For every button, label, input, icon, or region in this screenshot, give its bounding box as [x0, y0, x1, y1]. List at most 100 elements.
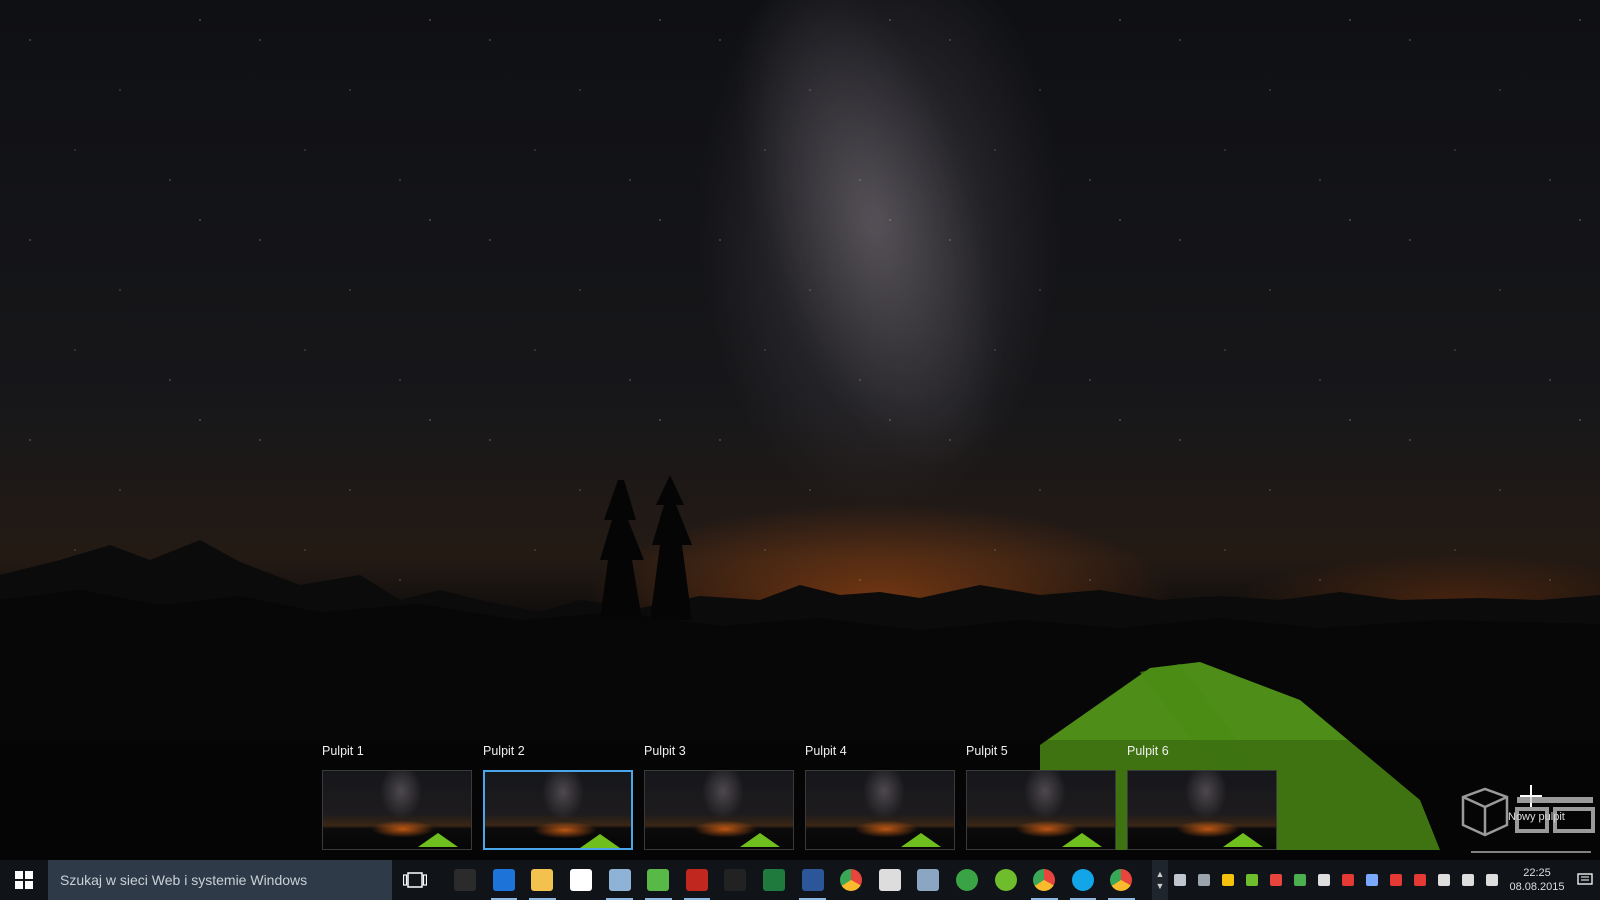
- taskbar-app-word[interactable]: [793, 860, 832, 900]
- taskbar-app-file-explorer[interactable]: [523, 860, 562, 900]
- cloud-icon: [1198, 874, 1210, 886]
- desktop-2[interactable]: Pulpit 2: [483, 740, 633, 850]
- shield-check-icon: [1294, 874, 1306, 886]
- tray-icons: [1168, 860, 1504, 900]
- desktop-2-thumbnail[interactable]: [483, 770, 633, 850]
- search-box[interactable]: Szukaj w sieci Web i systemie Windows: [48, 860, 392, 900]
- clock[interactable]: 22:25 08.08.2015: [1504, 866, 1570, 894]
- pdf-icon: [1390, 874, 1402, 886]
- pinned-apps: [446, 860, 1141, 900]
- taskbar-app-remote-desktop[interactable]: [600, 860, 639, 900]
- tray-key[interactable]: [1360, 860, 1384, 900]
- desktop-6-label: Pulpit 6: [1127, 744, 1169, 758]
- taskbar-app-command-prompt[interactable]: [716, 860, 755, 900]
- desktop-5[interactable]: Pulpit 5: [966, 740, 1116, 850]
- tray-record[interactable]: [1408, 860, 1432, 900]
- task-view-button[interactable]: [392, 860, 438, 900]
- taskbar-app-metro-app[interactable]: [446, 860, 485, 900]
- desktop-3-label: Pulpit 3: [644, 744, 686, 758]
- desktop-3[interactable]: Pulpit 3: [644, 740, 794, 850]
- desktop-5-label: Pulpit 5: [966, 744, 1008, 758]
- utorrent-icon: [994, 869, 1017, 891]
- tray-battery[interactable]: [1432, 860, 1456, 900]
- taskbar-app-filezilla[interactable]: [678, 860, 717, 900]
- metro-app-icon: [454, 869, 477, 891]
- desktop-6[interactable]: Pulpit 6: [1127, 740, 1277, 850]
- battery-icon: [1438, 874, 1450, 886]
- volume-icon: [1486, 874, 1498, 886]
- key-icon: [1366, 874, 1378, 886]
- taskbar-app-notepad-green[interactable]: [639, 860, 678, 900]
- wifi-icon: [1462, 874, 1474, 886]
- purepc-watermark-logo: [1461, 787, 1595, 853]
- tray-google-drive[interactable]: [1216, 860, 1240, 900]
- taskbar-app-chrome-canary[interactable]: [1102, 860, 1141, 900]
- tray-cloud[interactable]: [1192, 860, 1216, 900]
- clock-date: 08.08.2015: [1509, 881, 1565, 893]
- taskbar-app-network[interactable]: [909, 860, 948, 900]
- taskbar-app-store[interactable]: [562, 860, 601, 900]
- taskbar-app-skype[interactable]: [1064, 860, 1103, 900]
- desktop-4-thumbnail[interactable]: [805, 770, 955, 850]
- taskbar-app-utorrent[interactable]: [986, 860, 1025, 900]
- tray-onedrive[interactable]: [1168, 860, 1192, 900]
- taskbar-app-edge[interactable]: [485, 860, 524, 900]
- notepad-green-icon: [647, 869, 670, 891]
- windows-logo-icon: [15, 871, 33, 889]
- action-center-button[interactable]: [1570, 860, 1600, 900]
- filezilla-icon: [685, 869, 708, 891]
- tray-utorrent-tray[interactable]: [1240, 860, 1264, 900]
- notification-icon: [1577, 873, 1593, 885]
- calendar-icon: [878, 869, 901, 891]
- desktop-2-label: Pulpit 2: [483, 744, 525, 758]
- desktop-4[interactable]: Pulpit 4: [805, 740, 955, 850]
- desktop-4-label: Pulpit 4: [805, 744, 847, 758]
- clock-time: 22:25: [1523, 867, 1551, 879]
- tray-pdf[interactable]: [1384, 860, 1408, 900]
- taskbar-app-chrome[interactable]: [832, 860, 871, 900]
- chevron-up-icon: ▲: [1155, 869, 1165, 879]
- edge-icon: [492, 869, 515, 891]
- word-icon: [801, 869, 824, 891]
- tray-volume[interactable]: [1480, 860, 1504, 900]
- desktop-1-label: Pulpit 1: [322, 744, 364, 758]
- chevron-down-icon: ▼: [1155, 881, 1165, 891]
- taskbar-app-calendar[interactable]: [871, 860, 910, 900]
- chrome-icon: [840, 869, 863, 891]
- utorrent-tray-icon: [1246, 874, 1258, 886]
- desktop-6-thumbnail[interactable]: [1127, 770, 1277, 850]
- record-icon: [1414, 874, 1426, 886]
- desktop-3-thumbnail[interactable]: [644, 770, 794, 850]
- link-icon: [1342, 874, 1354, 886]
- eye-app-icon: [956, 869, 979, 891]
- taskbar: Szukaj w sieci Web i systemie Windows ▲ …: [0, 860, 1600, 900]
- remote-desktop-icon: [608, 869, 631, 891]
- taskbar-app-chrome-beta[interactable]: [1025, 860, 1064, 900]
- skype-icon: [1071, 869, 1094, 891]
- tray-monitor[interactable]: [1312, 860, 1336, 900]
- file-explorer-icon: [531, 869, 554, 891]
- tray-shield-check[interactable]: [1288, 860, 1312, 900]
- tray-link[interactable]: [1336, 860, 1360, 900]
- desktop-1-thumbnail[interactable]: [322, 770, 472, 850]
- task-view-icon: [403, 872, 427, 888]
- taskbar-app-eye-app[interactable]: [948, 860, 987, 900]
- monitor-icon: [1318, 874, 1330, 886]
- tray-chrome-tray[interactable]: [1264, 860, 1288, 900]
- taskbar-app-excel[interactable]: [755, 860, 794, 900]
- command-prompt-icon: [724, 869, 747, 891]
- excel-icon: [763, 869, 786, 891]
- chrome-beta-icon: [1033, 869, 1056, 891]
- tray-wifi[interactable]: [1456, 860, 1480, 900]
- desktop-1[interactable]: Pulpit 1: [322, 740, 472, 850]
- virtual-desktop-switcher: Pulpit 1 Pulpit 2 Pulpit 3 Pulpit 4 Pulp…: [0, 740, 1600, 860]
- chrome-canary-icon: [1110, 869, 1133, 891]
- onedrive-icon: [1174, 874, 1186, 886]
- desktop-5-thumbnail[interactable]: [966, 770, 1116, 850]
- search-placeholder: Szukaj w sieci Web i systemie Windows: [60, 872, 308, 888]
- start-button[interactable]: [0, 860, 48, 900]
- tray-expand-button[interactable]: ▲ ▼: [1152, 860, 1168, 900]
- chrome-tray-icon: [1270, 874, 1282, 886]
- google-drive-icon: [1222, 874, 1234, 886]
- network-icon: [917, 869, 940, 891]
